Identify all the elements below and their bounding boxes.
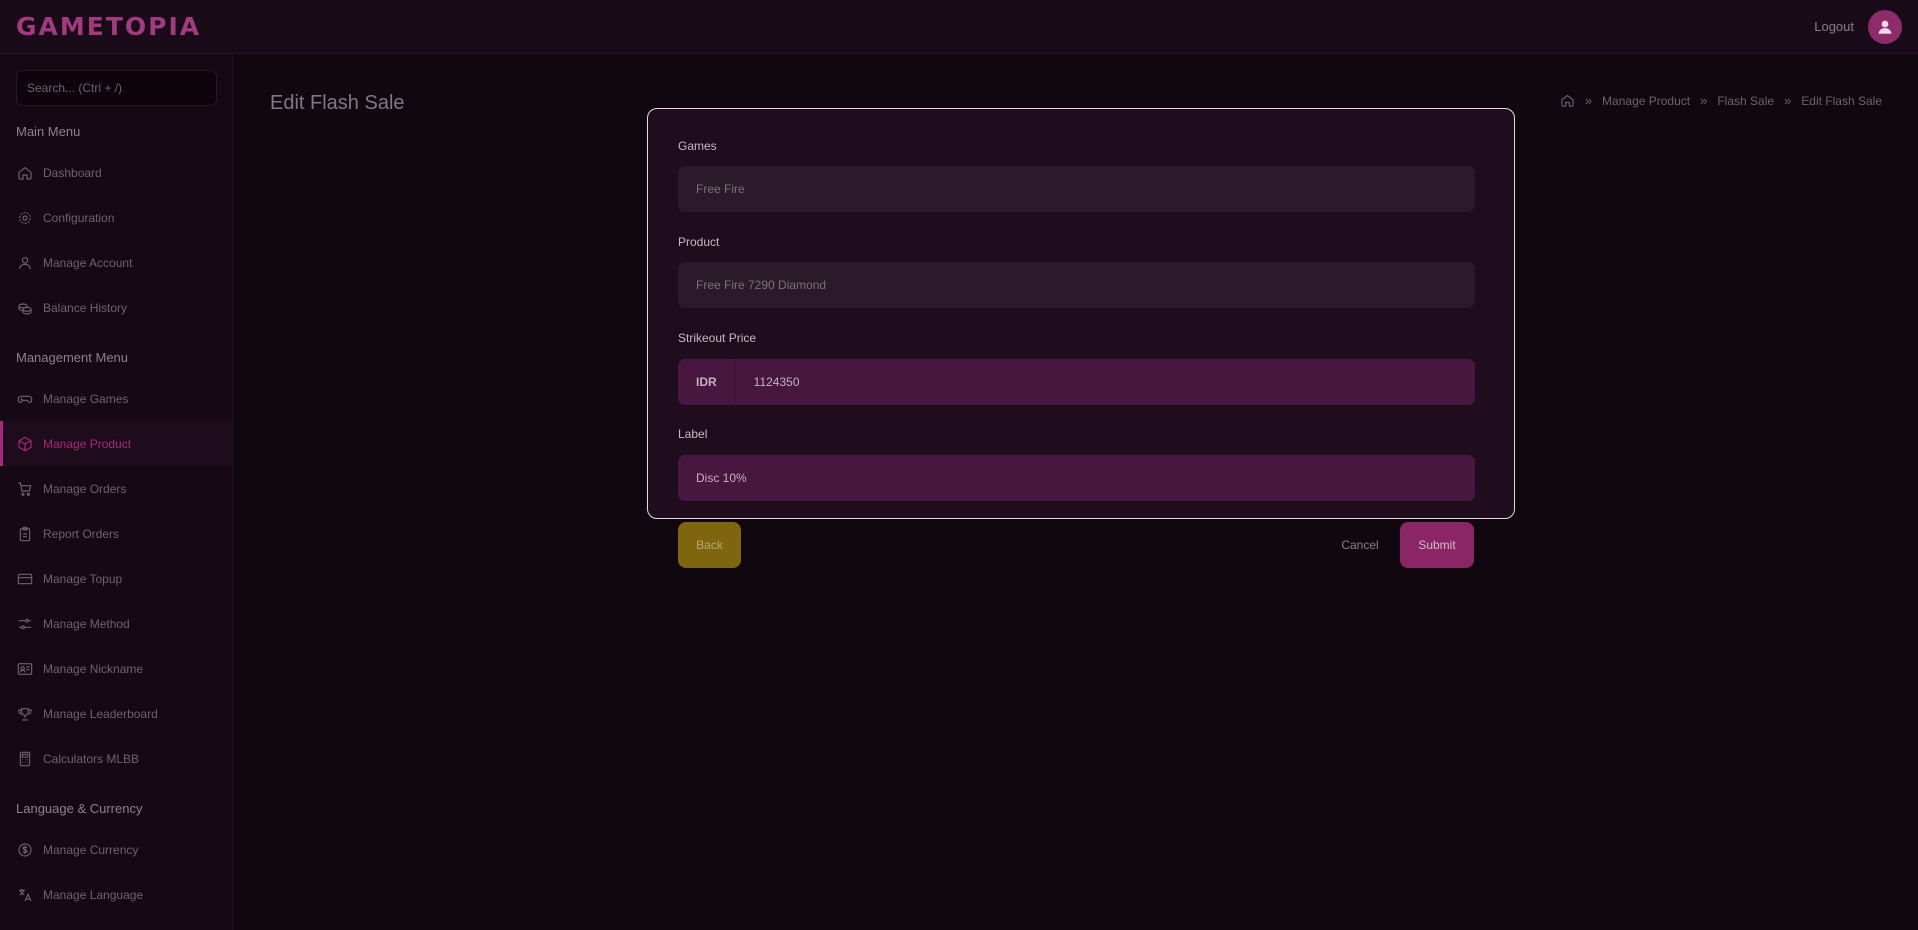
sidebar-item-manage-currency[interactable]: Manage Currency	[0, 827, 232, 872]
label-value: Disc 10%	[696, 471, 747, 485]
page-title: Edit Flash Sale	[270, 92, 405, 114]
sidebar-item-label: Balance History	[43, 300, 128, 315]
sidebar-search-input[interactable]: Search... (Ctrl + /)	[16, 70, 217, 106]
sidebar-item-manage-leaderboard[interactable]: Manage Leaderboard	[0, 691, 232, 736]
cart-icon	[17, 481, 33, 497]
sidebar-item-dashboard[interactable]: Dashboard	[0, 150, 232, 195]
flash-sale-form: Games Free Fire Product Free Fire 7290 D…	[647, 108, 1515, 519]
sidebar-item-label: Dashboard	[43, 165, 102, 180]
sidebar-item-label: Manage Leaderboard	[43, 706, 158, 721]
sidebar-item-label: Manage Method	[43, 616, 130, 631]
section-title-main-menu: Main Menu	[16, 123, 81, 139]
sidebar-item-manage-language[interactable]: Manage Language	[0, 872, 232, 917]
breadcrumb: » Manage Product » Flash Sale » Edit Fla…	[1560, 93, 1882, 108]
strikeout-price-label: Strikeout Price	[678, 331, 757, 345]
currency-prefix: IDR	[696, 359, 736, 405]
breadcrumb-item-flash-sale[interactable]: Flash Sale	[1717, 94, 1774, 108]
avatar[interactable]	[1868, 9, 1902, 44]
section-title-management-menu: Management Menu	[16, 349, 129, 365]
sidebar-item-manage-account[interactable]: Manage Account	[0, 240, 232, 285]
sidebar-item-label: Report Orders	[43, 526, 120, 541]
home-icon[interactable]	[1560, 93, 1575, 108]
credit-card-icon	[17, 571, 33, 587]
gamepad-icon	[17, 391, 33, 407]
product-value: Free Fire 7290 Diamond	[696, 278, 827, 292]
chevrons-right-icon: »	[1784, 93, 1792, 108]
id-card-icon	[17, 661, 33, 677]
home-icon	[17, 165, 33, 181]
games-value: Free Fire	[696, 182, 745, 196]
section-title-language-currency: Language & Currency	[16, 800, 143, 816]
logout-link[interactable]: Logout	[1814, 19, 1854, 34]
trophy-icon	[17, 706, 33, 722]
sidebar-item-label: Manage Account	[43, 255, 133, 270]
label-input[interactable]: Disc 10%	[678, 455, 1475, 501]
box-icon	[17, 436, 33, 452]
submit-button[interactable]: Submit	[1400, 522, 1474, 568]
breadcrumb-item-manage-product[interactable]: Manage Product	[1602, 94, 1690, 108]
sidebar-item-label: Manage Topup	[43, 571, 123, 586]
back-button[interactable]: Back	[678, 522, 741, 568]
gear-icon	[17, 210, 33, 226]
cancel-button[interactable]: Cancel	[1330, 522, 1390, 568]
sliders-icon	[17, 616, 33, 632]
sidebar-item-label: Manage Currency	[43, 842, 139, 857]
sidebar-item-manage-product[interactable]: Manage Product	[0, 421, 232, 466]
sidebar-item-label: Manage Language	[43, 887, 144, 902]
header-actions: Logout	[1814, 9, 1902, 44]
sidebar-item-manage-nickname[interactable]: Manage Nickname	[0, 646, 232, 691]
sidebar-item-manage-topup[interactable]: Manage Topup	[0, 556, 232, 601]
games-label: Games	[678, 139, 717, 153]
top-header: GAMETOPIA Logout	[0, 0, 1918, 54]
sidebar-item-configuration[interactable]: Configuration	[0, 195, 232, 240]
sidebar-item-label: Manage Product	[43, 436, 132, 451]
sidebar-item-manage-orders[interactable]: Manage Orders	[0, 466, 232, 511]
breadcrumb-item-edit-flash-sale: Edit Flash Sale	[1801, 93, 1882, 108]
strikeout-price-input[interactable]: IDR 1124350	[678, 359, 1475, 405]
sidebar: Search... (Ctrl + /) Main Menu Dashboard…	[0, 54, 233, 930]
sidebar-item-manage-games[interactable]: Manage Games	[0, 376, 232, 421]
sidebar-item-label: Calculators MLBB	[43, 751, 140, 766]
product-label: Product	[678, 235, 720, 249]
sidebar-item-label: Configuration	[43, 210, 115, 225]
sidebar-item-report-orders[interactable]: Report Orders	[0, 511, 232, 556]
brand-logo[interactable]: GAMETOPIA	[16, 12, 201, 41]
sidebar-item-label: Manage Orders	[43, 481, 127, 496]
label-field-label: Label	[678, 427, 708, 441]
calculator-icon	[17, 751, 33, 767]
sidebar-item-balance-history[interactable]: Balance History	[0, 285, 232, 330]
translate-icon	[17, 887, 33, 903]
sidebar-item-label: Manage Nickname	[43, 661, 144, 676]
clipboard-icon	[17, 526, 33, 542]
search-placeholder: Search... (Ctrl + /)	[27, 81, 123, 95]
user-icon	[17, 255, 33, 271]
sidebar-item-manage-method[interactable]: Manage Method	[0, 601, 232, 646]
product-field[interactable]: Free Fire 7290 Diamond	[678, 262, 1475, 308]
user-avatar-icon	[1878, 20, 1892, 34]
chevrons-right-icon: »	[1584, 93, 1593, 108]
coins-icon	[17, 300, 33, 316]
sidebar-item-label: Manage Games	[43, 391, 129, 406]
strikeout-price-value: 1124350	[753, 375, 800, 389]
dollar-circle-icon	[17, 842, 33, 858]
sidebar-item-calculators-mlbb[interactable]: Calculators MLBB	[0, 736, 232, 781]
games-field[interactable]: Free Fire	[678, 166, 1475, 212]
chevrons-right-icon: »	[1700, 93, 1708, 108]
